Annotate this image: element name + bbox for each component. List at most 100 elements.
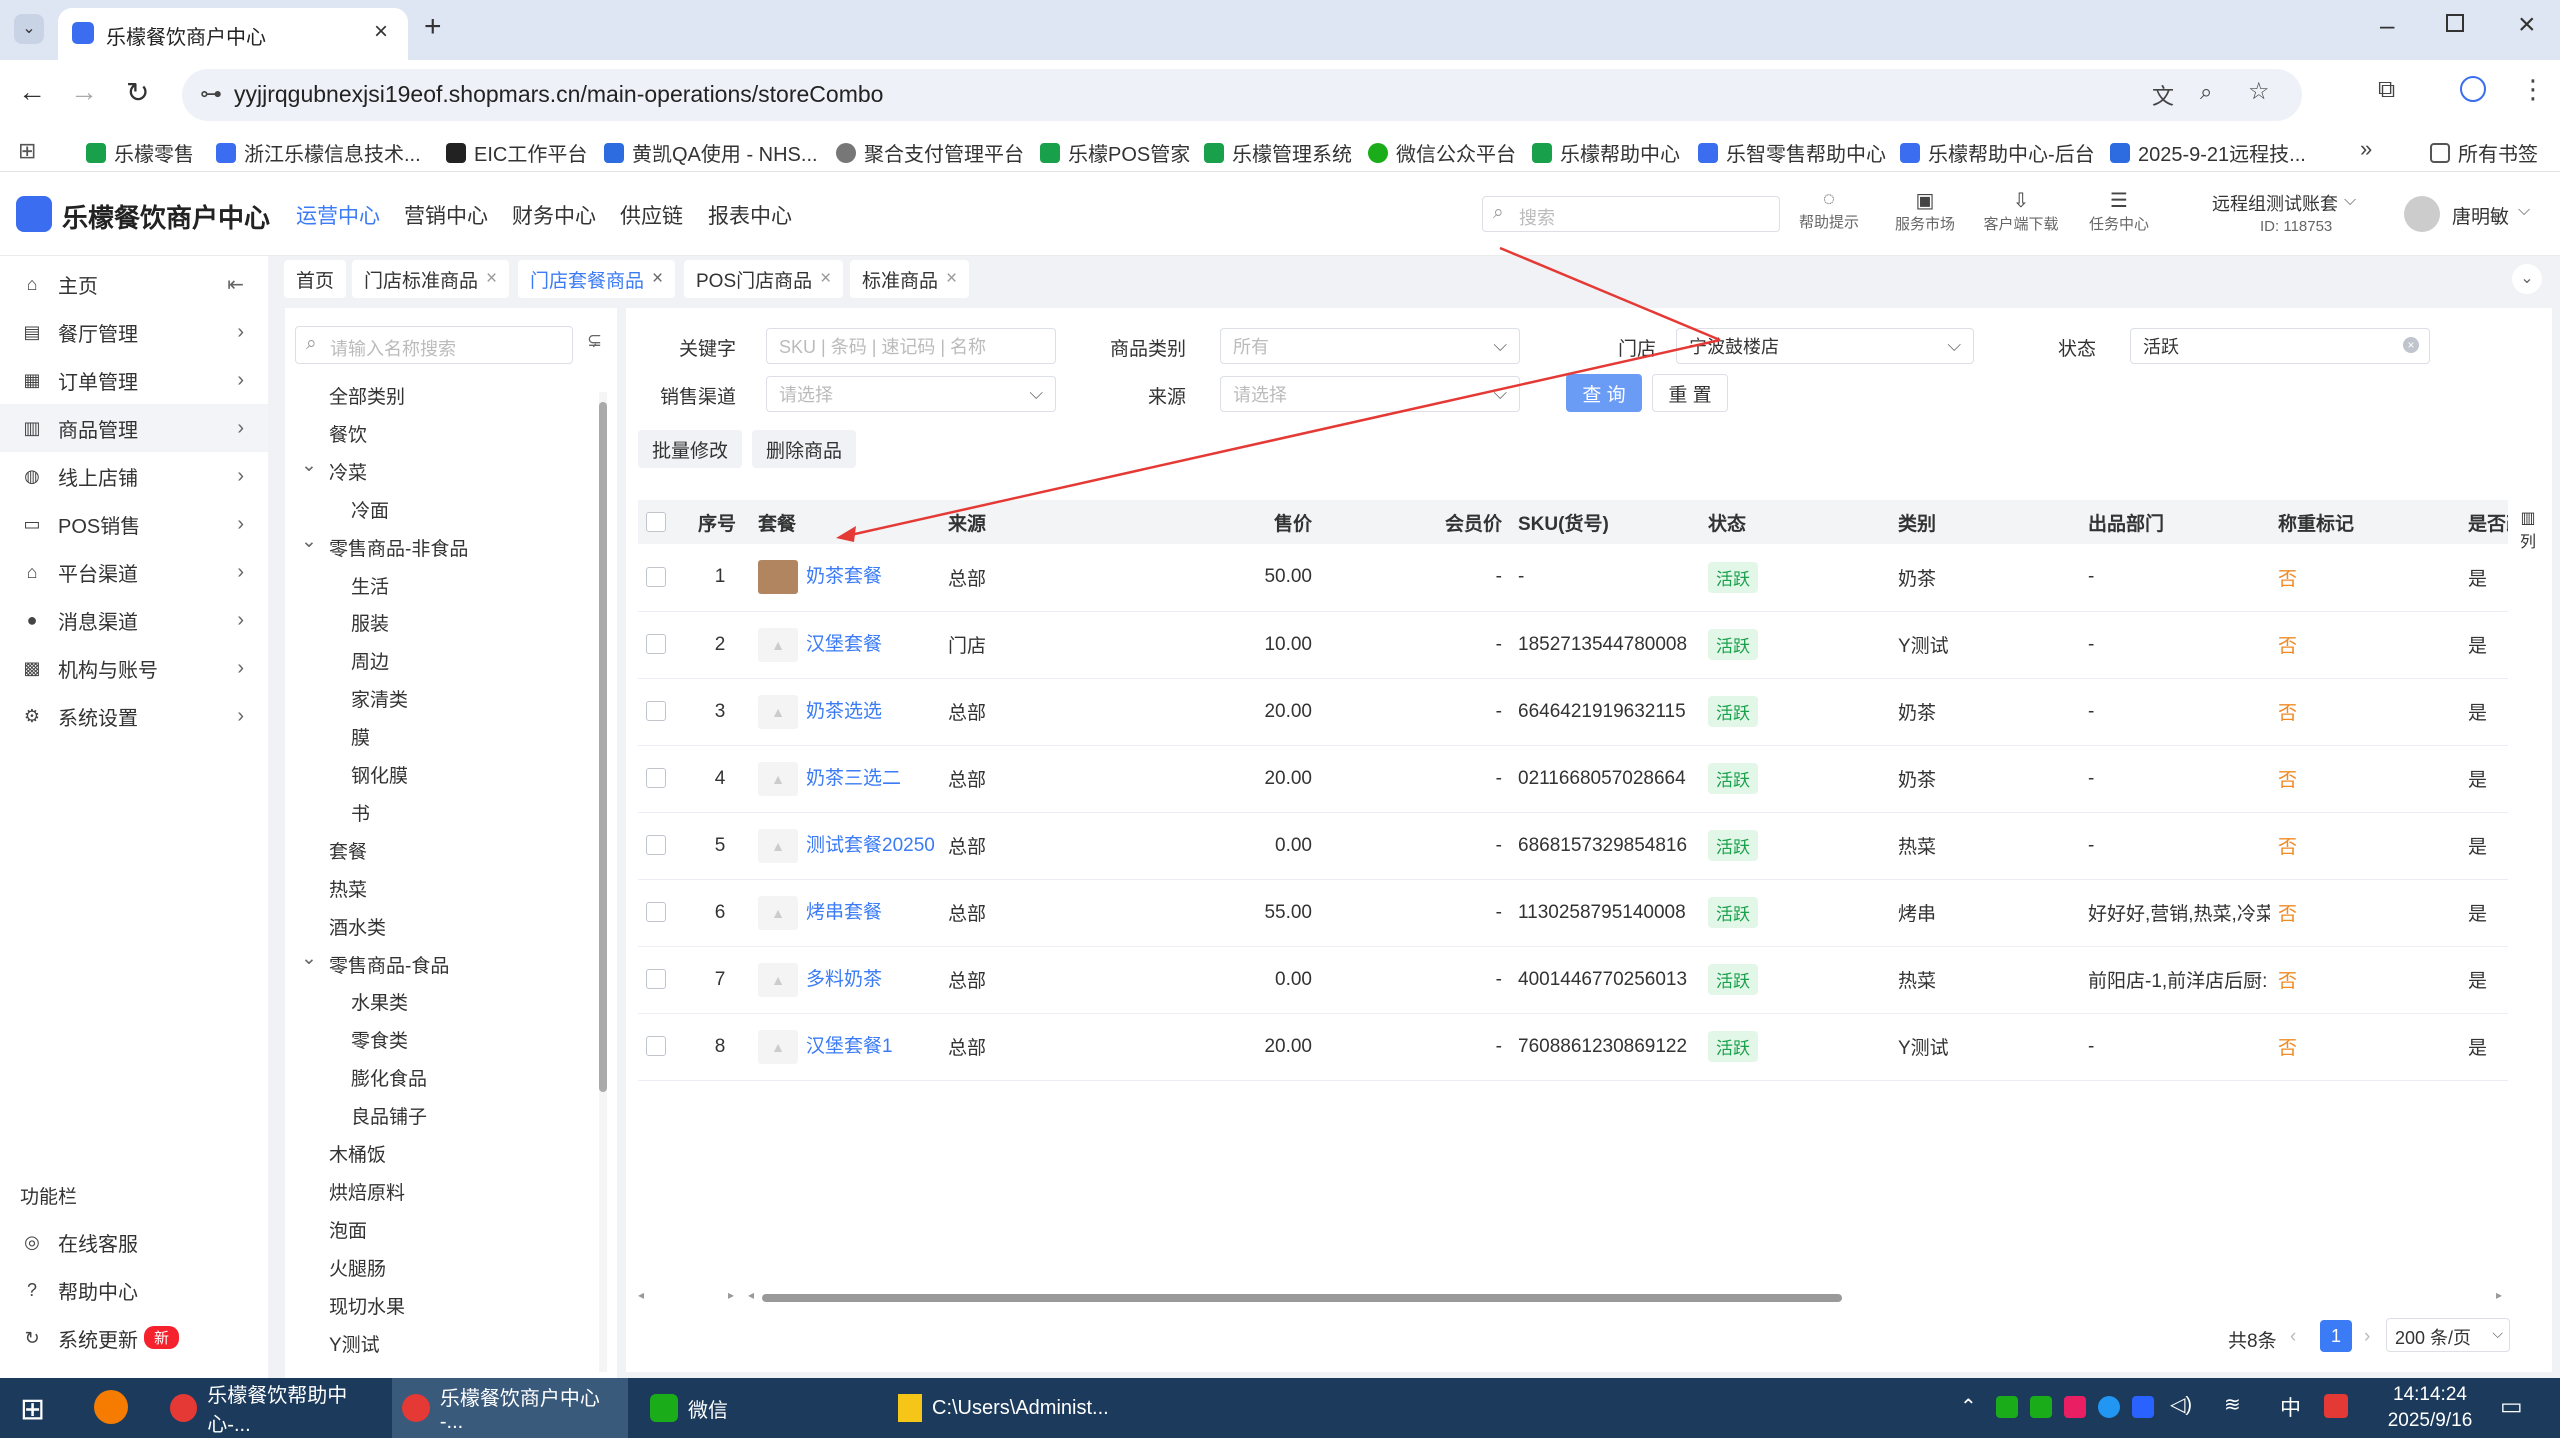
bookmark-item[interactable]: 微信公众平台 bbox=[1368, 138, 1516, 167]
close-icon[interactable]: × bbox=[820, 268, 831, 290]
table-row[interactable]: 3 ▲ 奶茶选选 总部 20.00-6646421919632115 活跃 奶茶 - 否是 bbox=[638, 678, 2508, 746]
tree-node[interactable]: 水果类 bbox=[351, 988, 408, 1015]
row-checkbox[interactable] bbox=[646, 1036, 666, 1057]
tree-node[interactable]: 泡面 bbox=[329, 1216, 367, 1243]
bookmark-item[interactable]: 黄凯QA使用 - NHS... bbox=[604, 138, 818, 167]
select-all-checkbox[interactable] bbox=[646, 511, 666, 532]
volume-icon[interactable]: ◁) bbox=[2170, 1392, 2192, 1417]
tree-node[interactable]: 周边 bbox=[351, 647, 389, 674]
table-row[interactable]: 2 ▲ 汉堡套餐 门店 10.00-1852713544780008 活跃 Y测试 - 否是 bbox=[638, 611, 2508, 679]
tray-wechat-icon[interactable] bbox=[2030, 1396, 2052, 1418]
cell-name[interactable]: ▲ 烤串套餐 bbox=[750, 879, 940, 947]
nav-supply[interactable]: 供应链 bbox=[620, 200, 683, 230]
wifi-icon[interactable]: ≋ bbox=[2224, 1392, 2241, 1417]
row-select-cell[interactable] bbox=[638, 611, 690, 679]
tree-node[interactable]: 钢化膜 bbox=[351, 761, 408, 788]
help-tip[interactable]: ◌ 帮助提示 bbox=[1784, 188, 1874, 232]
minimize-icon[interactable]: – bbox=[2380, 10, 2394, 41]
sidebar-item-org[interactable]: ▩ 机构与账号 › bbox=[0, 644, 268, 692]
cell-name[interactable]: 奶茶套餐 bbox=[750, 544, 940, 612]
tab-store-combo[interactable]: 门店套餐商品 × bbox=[518, 260, 676, 298]
tree-node[interactable]: 服装 bbox=[351, 609, 389, 636]
tray-app-icon[interactable] bbox=[2132, 1396, 2154, 1418]
sidebar-item-pos[interactable]: ▭ POS销售 › bbox=[0, 500, 268, 548]
tree-node[interactable]: 酒水类 bbox=[329, 913, 386, 940]
sidebar-item-restaurant[interactable]: ▤ 餐厅管理 › bbox=[0, 308, 268, 356]
tree-node[interactable]: 全部类别 bbox=[329, 382, 405, 409]
tree-node[interactable]: 现切水果 bbox=[329, 1292, 405, 1319]
bookmarks-folder[interactable]: 所有书签 bbox=[2430, 138, 2538, 167]
sidebar-item-products[interactable]: ▥ 商品管理 › bbox=[0, 404, 268, 452]
tray-app-icon[interactable] bbox=[2098, 1396, 2120, 1418]
sidebar-item-orders[interactable]: ▦ 订单管理 › bbox=[0, 356, 268, 404]
tab-search-icon[interactable]: ⌄ bbox=[14, 14, 44, 44]
forward-icon[interactable]: → bbox=[70, 76, 98, 108]
tab-home[interactable]: 首页 bbox=[284, 260, 347, 298]
cell-name[interactable]: ▲ 汉堡套餐 bbox=[750, 611, 940, 679]
batch-edit-button[interactable]: 批量修改 bbox=[638, 430, 742, 468]
firefox-icon[interactable] bbox=[94, 1390, 128, 1424]
row-select-cell[interactable] bbox=[638, 1013, 690, 1081]
hscroll-thumb[interactable] bbox=[762, 1294, 1842, 1302]
tree-node[interactable]: Y测试 bbox=[329, 1330, 380, 1357]
tray-wechat-icon[interactable] bbox=[1996, 1396, 2018, 1418]
window-close-icon[interactable]: × bbox=[2518, 8, 2536, 42]
tree-node[interactable]: 餐饮 bbox=[329, 420, 367, 447]
tree-scrollbar-thumb[interactable] bbox=[599, 402, 607, 1092]
reload-icon[interactable]: ↻ bbox=[126, 76, 149, 109]
windows-start-icon[interactable]: ⊞ bbox=[20, 1392, 45, 1427]
row-checkbox[interactable] bbox=[646, 567, 666, 588]
tray-app-icon[interactable] bbox=[2064, 1396, 2086, 1418]
tree-node[interactable]: 零食类 bbox=[351, 1026, 408, 1053]
table-row[interactable]: 4 ▲ 奶茶三选二 总部 20.00-0211668057028664 活跃 奶茶 - 否是 bbox=[638, 745, 2508, 813]
zoom-icon[interactable]: ⌕ bbox=[2200, 79, 2212, 105]
apps-icon[interactable]: ⊞ bbox=[18, 138, 36, 164]
account-name[interactable]: 远程组测试账套 bbox=[2212, 190, 2338, 216]
table-row[interactable]: 6 ▲ 烤串套餐 总部 55.00 -1130258795140008 活跃 烤串 好好好,营销… bbox=[638, 879, 2508, 947]
expand-arrow-icon[interactable]: ⌄ bbox=[301, 454, 317, 477]
bookmark-item[interactable]: 乐檬帮助中心 bbox=[1532, 138, 1680, 167]
tab-store-standard[interactable]: 门店标准商品 × bbox=[352, 260, 510, 298]
func-item-help[interactable]: ? 帮助中心 bbox=[0, 1266, 268, 1314]
more-bookmarks-icon[interactable]: » bbox=[2360, 136, 2372, 162]
bookmark-item[interactable]: 乐檬POS管家 bbox=[1040, 138, 1190, 167]
row-checkbox[interactable] bbox=[646, 835, 666, 856]
tree-node[interactable]: 套餐 bbox=[329, 837, 367, 864]
notification-icon[interactable]: ▭ bbox=[2500, 1392, 2523, 1421]
select-all-cell[interactable] bbox=[638, 500, 690, 544]
taskbar-item-help[interactable]: 乐檬餐饮帮助中心-... bbox=[160, 1378, 386, 1438]
combo-name-link[interactable]: 烤串套餐 bbox=[806, 902, 882, 923]
keyword-input[interactable]: SKU | 条码 | 速记码 | 名称 bbox=[766, 328, 1056, 364]
row-select-cell[interactable] bbox=[638, 879, 690, 947]
store-select[interactable]: 宁波鼓楼店 ⌵ bbox=[1676, 328, 1974, 364]
table-row[interactable]: 7 ▲ 多料奶茶 总部 0.00 -4001446770256013 活跃 热菜 前阳店-1,前… bbox=[638, 946, 2508, 1014]
nav-finance[interactable]: 财务中心 bbox=[512, 200, 596, 230]
clear-icon[interactable]: × bbox=[2403, 337, 2419, 353]
sidebar-item-online-store[interactable]: ◍ 线上店铺 › bbox=[0, 452, 268, 500]
sidebar-item-platform[interactable]: ⌂ 平台渠道 › bbox=[0, 548, 268, 596]
table-hscrollbar[interactable]: ◂ ▸ ◂ ▸ bbox=[638, 1288, 2508, 1304]
channel-select[interactable]: 请选择 ⌵ bbox=[766, 376, 1056, 412]
service-market[interactable]: ▣ 服务市场 bbox=[1880, 188, 1970, 234]
combo-name-link[interactable]: 汉堡套餐 bbox=[806, 634, 882, 655]
cell-name[interactable]: ▲ 多料奶茶 bbox=[750, 946, 940, 1014]
user-name[interactable]: 唐明敏 bbox=[2452, 202, 2509, 229]
cell-name[interactable]: ▲ 奶茶选选 bbox=[750, 678, 940, 746]
client-download[interactable]: ⇩ 客户端下载 bbox=[1976, 188, 2066, 234]
chevron-down-icon[interactable]: ⌵ bbox=[2518, 202, 2530, 220]
task-center[interactable]: ☰ 任务中心 bbox=[2074, 188, 2164, 234]
close-icon[interactable]: × bbox=[486, 268, 497, 290]
column-settings[interactable]: ▥ 列 bbox=[2510, 508, 2546, 552]
table-row[interactable]: 8 ▲ 汉堡套餐1 总部 20.00-7608861230869122 活跃 Y测试 - 否是 bbox=[638, 1013, 2508, 1081]
tree-search-input[interactable]: ⌕ 请输入名称搜索 bbox=[295, 326, 573, 364]
combo-name-link[interactable]: 奶茶选选 bbox=[806, 701, 882, 722]
scroll-right-icon[interactable]: ▸ bbox=[728, 1288, 734, 1302]
taskbar-item-merchant[interactable]: 乐檬餐饮商户中心 -... bbox=[392, 1378, 628, 1438]
taskbar-item-explorer[interactable]: C:\Users\Administ... bbox=[888, 1378, 1114, 1438]
scroll-left-icon[interactable]: ◂ bbox=[748, 1288, 754, 1302]
close-icon[interactable]: × bbox=[652, 268, 663, 290]
page-1[interactable]: 1 bbox=[2320, 1320, 2352, 1352]
bookmark-item[interactable]: 乐檬零售 bbox=[86, 138, 194, 167]
tree-node[interactable]: 木桶饭 bbox=[329, 1140, 386, 1167]
star-icon[interactable]: ☆ bbox=[2248, 77, 2270, 106]
